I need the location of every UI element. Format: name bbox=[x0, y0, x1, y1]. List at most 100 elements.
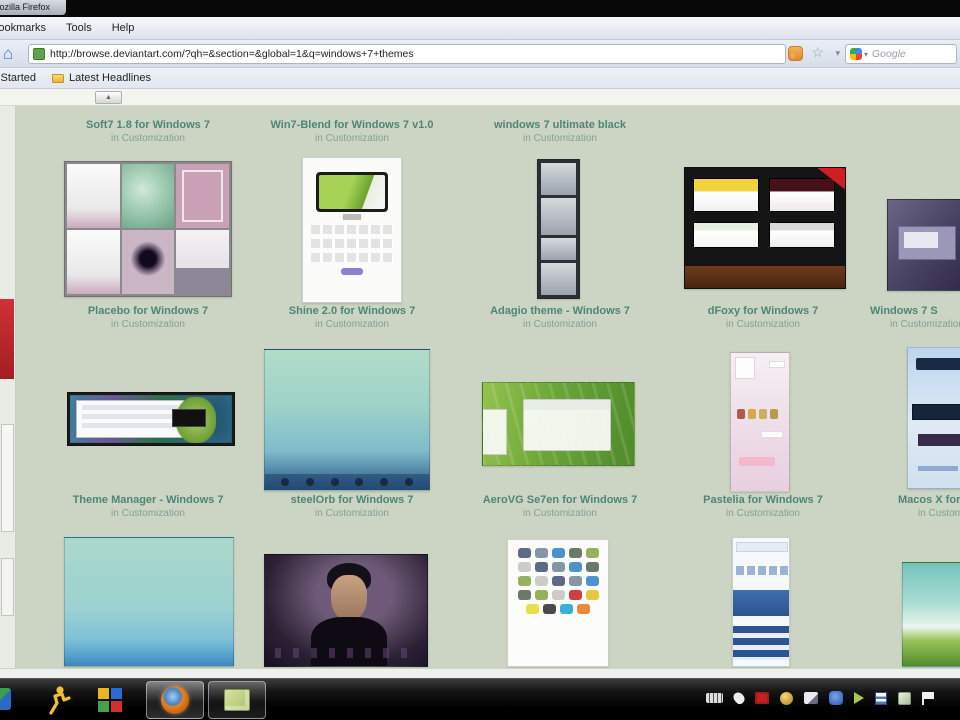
menu-bar: Bookmarks Tools Help bbox=[0, 17, 960, 40]
search-bar[interactable]: ▾ bbox=[845, 44, 957, 64]
bookmark-getting-started[interactable]: Getting Started bbox=[0, 72, 44, 84]
deviation-card: Adagio theme - Windows 7 in Customizatio… bbox=[456, 305, 664, 331]
home-icon[interactable]: ⌂ bbox=[3, 45, 13, 62]
deviation-category[interactable]: in Customization bbox=[456, 507, 664, 520]
deviation-title-link[interactable]: Adagio theme - Windows 7 bbox=[456, 305, 664, 318]
four-color-logo-icon[interactable] bbox=[98, 688, 122, 712]
deviation-card: AeroVG Se7en for Windows 7 in Customizat… bbox=[456, 494, 664, 520]
google-logo-icon bbox=[850, 48, 862, 60]
deviation-title-link[interactable]: steelOrb for Windows 7 bbox=[248, 494, 456, 507]
photo-tray-icon[interactable] bbox=[804, 692, 818, 704]
deviation-category[interactable]: in Customization bbox=[44, 132, 252, 145]
url-dropdown-icon[interactable]: ▾ bbox=[835, 48, 840, 59]
deviation-card: Macos X for W in Customization bbox=[898, 494, 960, 520]
system-tray bbox=[706, 690, 934, 706]
deviation-title-link[interactable]: dFoxy for Windows 7 bbox=[659, 305, 867, 318]
deviation-title-link[interactable]: Shine 2.0 for Windows 7 bbox=[248, 305, 456, 318]
search-engine-dropdown-icon[interactable]: ▾ bbox=[864, 50, 868, 59]
deviation-thumbnail-dfoxy[interactable] bbox=[684, 167, 846, 289]
taskbar bbox=[0, 678, 960, 720]
deviation-title-link[interactable]: AeroVG Se7en for Windows 7 bbox=[456, 494, 664, 507]
deviation-title-link[interactable]: Theme Manager - Windows 7 bbox=[44, 494, 252, 507]
document-tray-icon[interactable] bbox=[875, 691, 887, 705]
deviation-thumbnail-steelorb[interactable] bbox=[264, 349, 430, 491]
gold-badge-tray-icon[interactable] bbox=[780, 691, 793, 705]
deviation-category[interactable]: in Customization bbox=[659, 507, 867, 520]
deviation-card: Soft7 1.8 for Windows 7 in Customization bbox=[44, 119, 252, 145]
deviation-category[interactable]: in Customization bbox=[44, 318, 252, 331]
deviation-category[interactable]: in Customization bbox=[44, 507, 252, 520]
deviation-thumbnail-windows7s[interactable] bbox=[887, 199, 960, 291]
deviation-title-link[interactable]: windows 7 ultimate black bbox=[456, 119, 664, 132]
deviation-card: steelOrb for Windows 7 in Customization bbox=[248, 494, 456, 520]
deviation-category[interactable]: in Customization bbox=[659, 318, 867, 331]
page-left-column bbox=[0, 106, 16, 668]
leaf-app-tray-icon[interactable] bbox=[898, 691, 911, 705]
deviation-thumbnail-macosx[interactable] bbox=[907, 347, 960, 489]
red-badge-tray-icon[interactable] bbox=[755, 692, 769, 704]
bookmark-latest-headlines[interactable]: Latest Headlines bbox=[44, 72, 159, 84]
deviation-title-link[interactable]: Win7-Blend for Windows 7 v1.0 bbox=[248, 119, 456, 132]
deviation-title-link[interactable]: Macos X for W bbox=[898, 494, 960, 507]
firefox-taskbar-button[interactable] bbox=[146, 681, 204, 719]
deviation-thumbnail-pastelia[interactable] bbox=[730, 352, 790, 492]
window-titlebar[interactable]: Mozilla Firefox bbox=[0, 0, 66, 15]
droplet-tray-icon[interactable] bbox=[731, 690, 747, 706]
deviation-category[interactable]: in Customization bbox=[248, 318, 456, 331]
deviation-thumbnail[interactable] bbox=[507, 539, 609, 667]
site-favicon bbox=[33, 48, 45, 60]
deviation-card: Placebo for Windows 7 in Customization bbox=[44, 305, 252, 331]
deviation-card: windows 7 ultimate black in Customizatio… bbox=[456, 119, 664, 145]
deviation-category[interactable]: in Customization bbox=[456, 318, 664, 331]
flag-tray-icon[interactable] bbox=[922, 691, 934, 705]
feed-folder-icon bbox=[52, 73, 64, 83]
browser-viewport: ▲ Soft7 1.8 for Windows 7 in Customizati… bbox=[0, 89, 960, 668]
page-header-strip bbox=[0, 89, 960, 106]
deviation-thumbnail-theme-manager[interactable] bbox=[67, 392, 235, 446]
deviation-card: dFoxy for Windows 7 in Customization bbox=[659, 305, 867, 331]
deviation-thumbnail[interactable] bbox=[732, 537, 790, 667]
deviation-card: Windows 7 S in Customization bbox=[870, 305, 960, 331]
deviation-thumbnail-placebo[interactable] bbox=[64, 161, 232, 297]
menu-help[interactable]: Help bbox=[102, 22, 145, 34]
scroll-up-button[interactable]: ▲ bbox=[95, 91, 122, 104]
grill-tray-icon[interactable] bbox=[706, 693, 723, 703]
window-title: Mozilla Firefox bbox=[0, 2, 51, 12]
deviation-title-link[interactable]: Placebo for Windows 7 bbox=[44, 305, 252, 318]
notes-taskbar-button[interactable] bbox=[208, 681, 266, 719]
bookmark-star-icon[interactable]: ☆ bbox=[811, 44, 824, 61]
deviation-thumbnail[interactable] bbox=[264, 554, 428, 667]
url-input[interactable] bbox=[50, 48, 781, 60]
deviation-category[interactable]: in Customization bbox=[898, 507, 960, 520]
deviation-card: Pastelia for Windows 7 in Customization bbox=[659, 494, 867, 520]
deviation-thumbnail-adagio[interactable] bbox=[537, 159, 580, 299]
menu-tools[interactable]: Tools bbox=[56, 22, 102, 34]
aim-icon[interactable] bbox=[46, 685, 72, 715]
bookmarks-toolbar: Getting Started Latest Headlines bbox=[0, 68, 960, 89]
deviation-thumbnail-shine[interactable] bbox=[302, 157, 402, 303]
deviation-title-link[interactable]: Windows 7 S bbox=[870, 305, 960, 318]
left-panel-fragment bbox=[1, 558, 14, 616]
deviation-category[interactable]: in Customization bbox=[248, 507, 456, 520]
taskbar-partial-icon[interactable] bbox=[0, 688, 11, 710]
deviation-card: Theme Manager - Windows 7 in Customizati… bbox=[44, 494, 252, 520]
deviation-category[interactable]: in Customization bbox=[456, 132, 664, 145]
rss-icon[interactable] bbox=[788, 46, 803, 61]
blue-app-tray-icon[interactable] bbox=[829, 691, 843, 705]
firefox-icon bbox=[161, 686, 189, 714]
deviation-thumbnail-aerovg[interactable] bbox=[482, 382, 635, 466]
play-arrow-tray-icon[interactable] bbox=[854, 692, 864, 704]
notes-icon bbox=[224, 689, 250, 711]
menu-bookmarks[interactable]: Bookmarks bbox=[0, 22, 56, 34]
deviation-category[interactable]: in Customization bbox=[248, 132, 456, 145]
search-input[interactable] bbox=[872, 48, 952, 60]
deviation-category[interactable]: in Customization bbox=[870, 318, 960, 331]
deviation-title-link[interactable]: Pastelia for Windows 7 bbox=[659, 494, 867, 507]
deviation-thumbnail[interactable] bbox=[902, 562, 960, 667]
deviation-card: Shine 2.0 for Windows 7 in Customization bbox=[248, 305, 456, 331]
deviation-thumbnail[interactable] bbox=[64, 537, 234, 667]
address-bar[interactable] bbox=[28, 44, 786, 64]
deviation-title-link[interactable]: Soft7 1.8 for Windows 7 bbox=[44, 119, 252, 132]
desktop-screen: Mozilla Firefox Bookmarks Tools Help ⌂ ☆… bbox=[0, 0, 960, 720]
window-bottom-edge bbox=[0, 668, 960, 678]
